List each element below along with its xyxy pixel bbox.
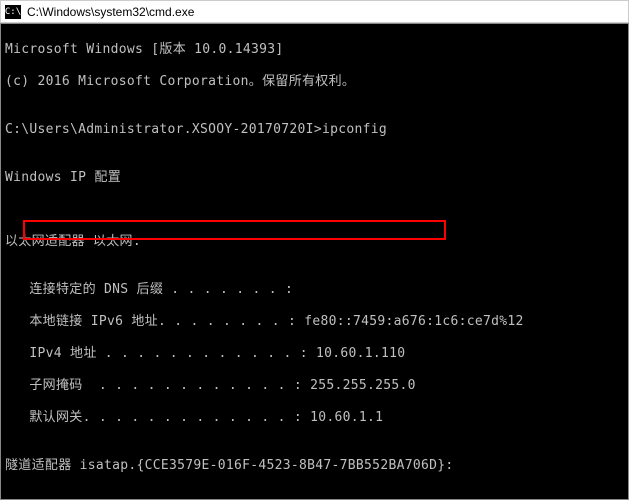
output-line: Microsoft Windows [版本 10.0.14393] [5,42,624,58]
terminal-output[interactable]: Microsoft Windows [版本 10.0.14393] (c) 20… [0,23,629,500]
output-line: 子网掩码 . . . . . . . . . . . . : 255.255.2… [5,378,624,394]
window-titlebar[interactable]: C:\ C:\Windows\system32\cmd.exe [0,0,629,23]
adapter-header: 隧道适配器 isatap.{CCE3579E-016F-4523-8B47-7B… [5,458,624,474]
output-line: 默认网关. . . . . . . . . . . . . : 10.60.1.… [5,410,624,426]
output-line: Windows IP 配置 [5,170,624,186]
output-line: (c) 2016 Microsoft Corporation。保留所有权利。 [5,74,624,90]
ipv4-line: IPv4 地址 . . . . . . . . . . . . : 10.60.… [5,346,624,362]
adapter-header: 以太网适配器 以太网: [5,234,624,250]
cmd-icon: C:\ [5,5,21,19]
window-title: C:\Windows\system32\cmd.exe [27,5,194,19]
output-line: 本地链接 IPv6 地址. . . . . . . . : fe80::7459… [5,314,624,330]
prompt-line: C:\Users\Administrator.XSOOY-20170720I>i… [5,122,624,138]
output-line: 连接特定的 DNS 后缀 . . . . . . . : [5,282,624,298]
